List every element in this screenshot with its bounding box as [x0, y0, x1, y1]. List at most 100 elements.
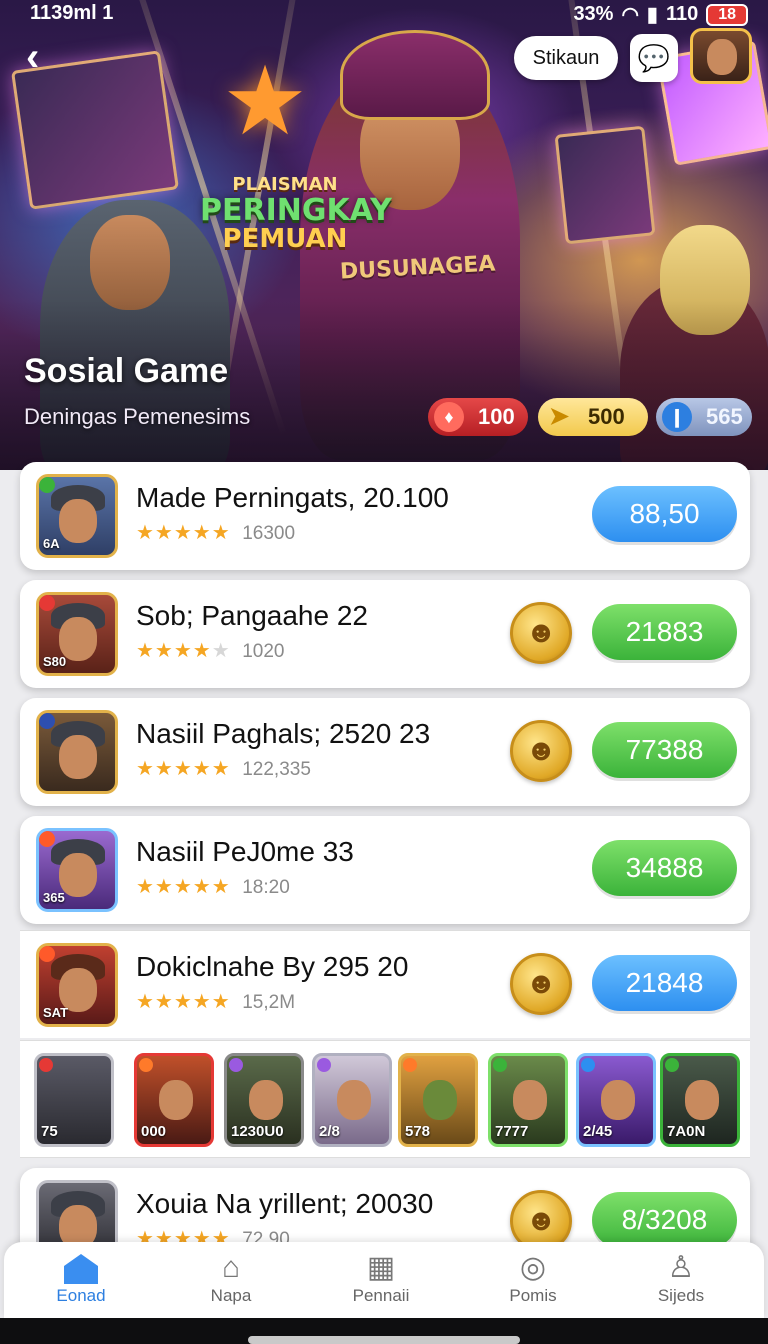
value-button[interactable]: 88,50 — [592, 486, 737, 542]
logo-line-3: PEMUAN — [222, 224, 348, 255]
character-chip[interactable]: 75 — [34, 1053, 114, 1147]
coin-icon[interactable]: ☻ — [510, 720, 572, 782]
game-logo: PLAISMAN PERINGKAY PEMUAN — [200, 175, 392, 255]
badge-icon — [139, 1058, 153, 1072]
wifi-icon: ◠ — [621, 4, 639, 26]
person-icon: ♙ — [667, 1251, 695, 1284]
item-rating: ★★★★★ 1020 — [136, 638, 285, 663]
status-indicators: 33% ◠ ▮ 110 18 — [573, 2, 748, 27]
value-button[interactable]: 8/3208 — [592, 1192, 737, 1248]
profile-avatar[interactable] — [690, 28, 752, 84]
nav-item-pennaii[interactable]: ▦ Pennaii — [326, 1250, 436, 1306]
rating-count: 122,335 — [242, 759, 311, 780]
gold-balance[interactable]: ➤ 500 — [538, 398, 648, 436]
left-character-head — [90, 215, 170, 310]
game-thumbnail: 365 — [36, 828, 118, 912]
gem-balance[interactable]: ❙ 565 — [656, 398, 752, 436]
list-item[interactable]: 6A Made Perningats, 20.100 ★★★★★ 16300 8… — [20, 462, 750, 570]
home-indicator[interactable] — [248, 1336, 520, 1344]
chip-caption: 1230U0 — [231, 1123, 284, 1140]
nav-item-sijeds[interactable]: ♙ Sijeds — [626, 1250, 736, 1306]
gem-amount: 565 — [706, 404, 743, 429]
badge-icon — [317, 1058, 331, 1072]
list-item[interactable]: Nasiil Paghals; 2520 23 ★★★★★ 122,335 ☻ … — [20, 698, 750, 806]
character-chip[interactable]: 1230U0 — [224, 1053, 304, 1147]
grid-icon: ▦ — [366, 1251, 396, 1284]
badge-icon — [39, 1058, 53, 1072]
coin-icon[interactable]: ☻ — [510, 953, 572, 1015]
list-item[interactable]: 365 Nasiil PeJ0me 33 ★★★★★ 18:20 34888 — [20, 816, 750, 924]
value-button[interactable]: 21848 — [592, 955, 737, 1011]
character-chip[interactable]: 7A0N — [660, 1053, 740, 1147]
battery-number: 110 — [665, 3, 699, 25]
item-title: Made Perningats, 20.100 — [136, 482, 449, 513]
character-strip: 75 000 1230U0 2/8 578 7777 2/45 7A0N — [20, 1040, 750, 1158]
thumb-caption: S80 — [43, 654, 67, 669]
nav-item-napa[interactable]: ⌂ Napa — [176, 1250, 286, 1306]
item-title: Nasiil PeJ0me 33 — [136, 836, 354, 867]
badge-icon — [39, 946, 55, 962]
rating-count: 18:20 — [242, 877, 290, 898]
chip-face — [249, 1080, 283, 1120]
item-title: Sob; Pangaahe 22 — [136, 600, 368, 631]
page-title: Sosial Game — [24, 352, 229, 390]
gem-icon: ❙ — [662, 402, 692, 432]
chip-face — [601, 1080, 635, 1120]
chip-caption: 7A0N — [667, 1123, 706, 1140]
item-rating: ★★★★★ 16300 — [136, 520, 295, 545]
ruby-icon: ♦ — [434, 402, 464, 432]
item-rating: ★★★★★ 18:20 — [136, 874, 290, 899]
hero-character-hat — [340, 30, 490, 120]
status-time: 1139ml 1 — [30, 2, 114, 24]
nav-item-pomis[interactable]: ◎ Pomis — [478, 1250, 588, 1306]
character-chip[interactable]: 2/45 — [576, 1053, 656, 1147]
home-icon — [26, 1250, 136, 1286]
status-bar: 1139ml 1 33% ◠ ▮ 110 18 — [0, 0, 768, 28]
nav-item-eonad[interactable]: Eonad — [26, 1250, 136, 1306]
character-chip[interactable]: 578 — [398, 1053, 478, 1147]
item-title: Dokiclnahe By 295 20 — [136, 951, 409, 982]
chip-face — [685, 1080, 719, 1120]
thumb-caption: 6A — [43, 536, 60, 551]
chip-face — [337, 1080, 371, 1120]
app-screen: ★ DUSUNAGEA PLAISMAN PERINGKAY PEMUAN So… — [0, 0, 768, 1344]
battery-badge: 18 — [706, 3, 748, 26]
badge-icon — [665, 1058, 679, 1072]
chip-caption: 75 — [41, 1123, 58, 1140]
item-rating: ★★★★★ 122,335 — [136, 756, 311, 781]
ruby-amount: 100 — [478, 404, 515, 429]
list-item[interactable]: S80 Sob; Pangaahe 22 ★★★★★ 1020 ☻ 21883 — [20, 580, 750, 688]
thumb-face — [59, 499, 97, 543]
chip-caption: 2/45 — [583, 1123, 613, 1140]
badge-icon — [229, 1058, 243, 1072]
value-button[interactable]: 77388 — [592, 722, 737, 778]
star-rating-icon: ★★★★★ — [136, 876, 231, 898]
arena-screen — [554, 125, 656, 245]
badge-icon — [39, 477, 55, 493]
top-action-button[interactable]: Stikaun — [514, 36, 618, 80]
rating-count: 16300 — [242, 523, 296, 544]
character-chip[interactable]: 2/8 — [312, 1053, 392, 1147]
value-button[interactable]: 21883 — [592, 604, 737, 660]
star-rating-icon: ★★★★★ — [136, 758, 231, 780]
value-button[interactable]: 34888 — [592, 840, 737, 896]
signal-icon: ▮ — [646, 4, 658, 26]
chat-icon[interactable]: 💬 — [630, 34, 678, 82]
character-chip[interactable]: 000 — [134, 1053, 214, 1147]
nav-label: Sijeds — [657, 1286, 705, 1305]
chip-caption: 2/8 — [319, 1123, 340, 1140]
chip-caption: 000 — [141, 1123, 167, 1140]
list-item[interactable]: SAT Dokiclnahe By 295 20 ★★★★★ 15,2M ☻ 2… — [20, 930, 750, 1038]
back-arrow-icon[interactable]: ‹ — [26, 37, 62, 78]
thumb-face — [59, 735, 97, 779]
character-chip[interactable]: 7777 — [488, 1053, 568, 1147]
rating-count: 15,2M — [242, 992, 296, 1013]
badge-icon — [39, 713, 55, 729]
coin-icon[interactable]: ☻ — [510, 602, 572, 664]
star-rating-icon: ★★★★★ — [136, 640, 231, 662]
ruby-balance[interactable]: ♦ 100 — [428, 398, 528, 436]
chip-caption: 578 — [405, 1123, 431, 1140]
game-thumbnail — [36, 710, 118, 794]
star-burst-icon: ★ — [221, 48, 309, 155]
compass-icon: ◎ — [519, 1251, 547, 1284]
